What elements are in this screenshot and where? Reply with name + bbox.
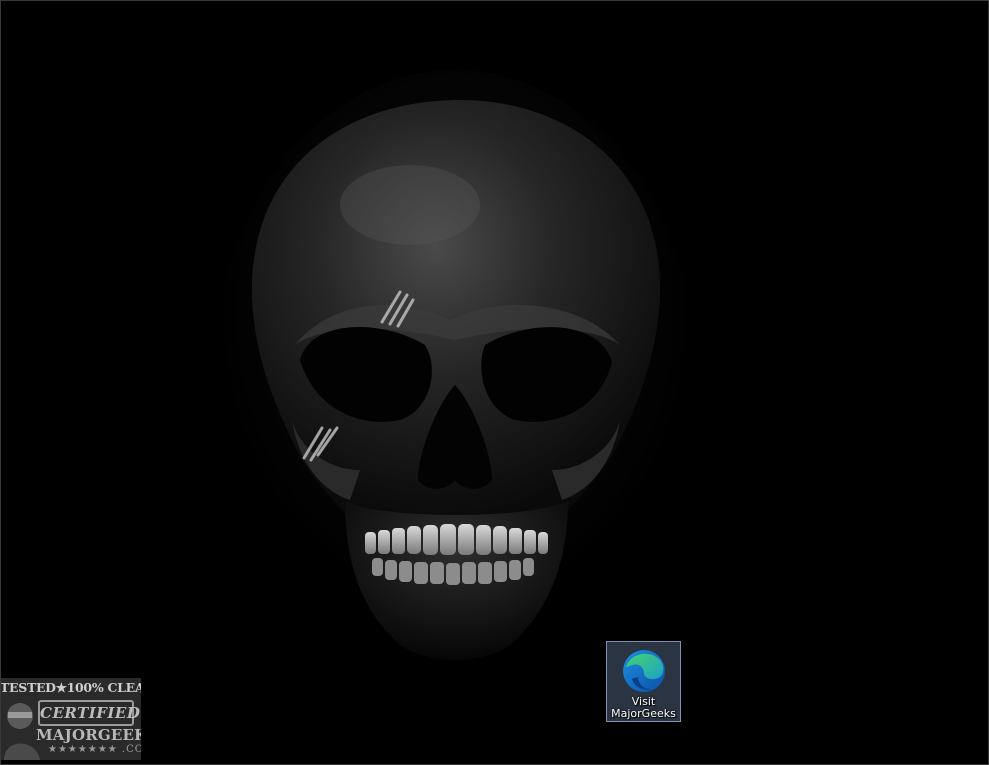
badge-brand-text: MAJORGEEKS [36, 726, 141, 744]
skull-wallpaper [215, 70, 695, 670]
edge-browser-icon [622, 650, 665, 692]
badge-top-text: TESTED★100% CLEAN [0, 680, 141, 695]
badge-bottom-text: ★★★★★★★ .COM [48, 744, 141, 755]
desktop-shortcut-visit-majorgeeks[interactable]: Visit MajorGeeks [606, 641, 681, 722]
desktop[interactable]: Visit MajorGeeks TESTED★100% CLEAN CERTI… [0, 0, 989, 765]
badge-certified-text: CERTIFIED [38, 700, 140, 726]
majorgeeks-certified-badge: TESTED★100% CLEAN CERTIFIED MAJORGEEKS ★… [0, 678, 141, 760]
shortcut-label: Visit MajorGeeks [611, 695, 676, 720]
